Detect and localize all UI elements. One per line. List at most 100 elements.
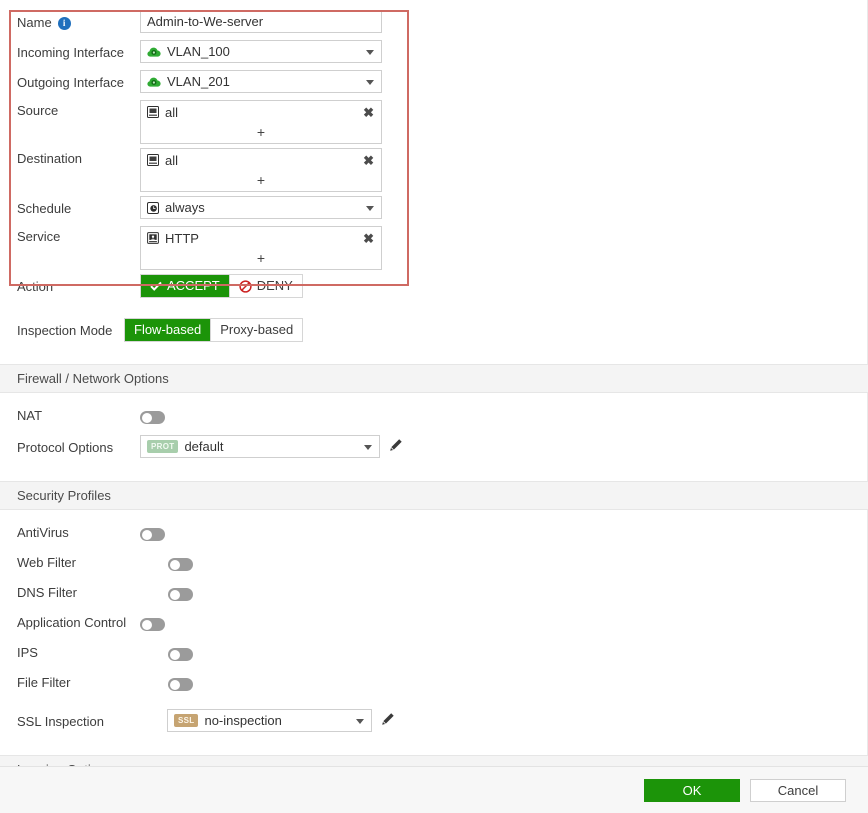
- web-filter-toggle[interactable]: [168, 558, 193, 572]
- list-item[interactable]: all ✖: [141, 149, 381, 171]
- deny-circle-slash-icon: [239, 279, 252, 293]
- pencil-edit-icon[interactable]: [389, 438, 403, 455]
- ssl-inspection-select[interactable]: SSL no-inspection: [167, 709, 372, 732]
- inspection-mode-control: Flow-based Proxy-based: [124, 318, 868, 342]
- row-name: Name i: [0, 10, 868, 36]
- outgoing-interface-value: VLAN_201: [167, 74, 230, 89]
- action-deny-button[interactable]: DENY: [228, 275, 302, 297]
- source-value-box[interactable]: all ✖ +: [140, 100, 382, 144]
- info-icon[interactable]: i: [57, 16, 71, 30]
- add-service-button[interactable]: +: [141, 249, 381, 269]
- incoming-interface-label-text: Incoming Interface: [17, 45, 124, 60]
- chevron-down-icon[interactable]: [366, 205, 374, 211]
- row-dns-filter: DNS Filter: [0, 580, 868, 606]
- protocol-options-select[interactable]: PROT default: [140, 435, 380, 458]
- check-icon: [150, 281, 162, 291]
- application-control-toggle[interactable]: [140, 618, 165, 632]
- incoming-interface-label: Incoming Interface: [17, 40, 140, 66]
- application-control-label: Application Control: [17, 610, 140, 636]
- dialog-footer: OK Cancel: [0, 766, 868, 813]
- file-filter-toggle[interactable]: [168, 678, 193, 692]
- name-label: Name i: [17, 10, 140, 36]
- action-accept-button[interactable]: ACCEPT: [141, 275, 229, 297]
- close-x-icon[interactable]: ✖: [362, 154, 375, 167]
- antivirus-label-text: AntiVirus: [17, 525, 69, 540]
- antivirus-control: [140, 520, 868, 542]
- ips-toggle[interactable]: [168, 648, 193, 662]
- incoming-interface-value: VLAN_100: [167, 44, 230, 59]
- cancel-button[interactable]: Cancel: [750, 778, 846, 802]
- schedule-select[interactable]: always: [140, 196, 382, 219]
- nat-toggle[interactable]: [140, 411, 165, 425]
- section-header-security-profiles: Security Profiles: [0, 481, 868, 510]
- source-label: Source: [17, 100, 140, 122]
- inspection-mode-label-text: Inspection Mode: [17, 323, 113, 338]
- close-x-icon[interactable]: ✖: [362, 106, 375, 119]
- firewall-policy-edit-panel: Name i Incoming Interface: [0, 0, 868, 813]
- row-incoming-interface: Incoming Interface VLAN_100: [0, 40, 868, 66]
- destination-item-label: all: [165, 152, 179, 168]
- tab-flow-based[interactable]: Flow-based: [125, 319, 211, 341]
- dns-filter-toggle[interactable]: [168, 588, 193, 602]
- list-item[interactable]: HTTP ✖: [141, 227, 381, 249]
- row-web-filter: Web Filter: [0, 550, 868, 576]
- source-control: all ✖ +: [140, 100, 868, 144]
- nat-label-text: NAT: [17, 408, 43, 423]
- outgoing-interface-label-text: Outgoing Interface: [17, 75, 124, 90]
- chevron-down-icon[interactable]: [366, 49, 374, 55]
- ips-label: IPS: [17, 640, 140, 666]
- pencil-edit-icon[interactable]: [381, 712, 395, 729]
- ips-control: [140, 640, 868, 662]
- action-accept-label: ACCEPT: [167, 278, 220, 293]
- interface-cloud-icon: [147, 46, 161, 58]
- protocol-options-value: default: [184, 439, 224, 454]
- add-source-button[interactable]: +: [141, 123, 381, 143]
- name-input[interactable]: [140, 10, 382, 33]
- destination-label-text: Destination: [17, 151, 83, 166]
- web-filter-control: [140, 550, 868, 572]
- inspection-mode-label: Inspection Mode: [17, 318, 124, 344]
- address-object-icon: [147, 154, 159, 166]
- service-control: HTTP ✖ +: [140, 226, 868, 270]
- destination-value-box[interactable]: all ✖ +: [140, 148, 382, 192]
- ssl-inspection-control: SSL no-inspection: [167, 709, 868, 732]
- outgoing-interface-select[interactable]: VLAN_201: [140, 70, 382, 93]
- ssl-inspection-label: SSL Inspection: [17, 709, 167, 735]
- list-item[interactable]: all ✖: [141, 101, 381, 123]
- row-outgoing-interface: Outgoing Interface VLAN_201: [0, 70, 868, 96]
- row-antivirus: AntiVirus: [0, 520, 868, 546]
- antivirus-label: AntiVirus: [17, 520, 140, 546]
- address-object-icon: [147, 106, 159, 118]
- row-source: Source all ✖ +: [0, 100, 868, 144]
- outgoing-interface-label: Outgoing Interface: [17, 70, 140, 96]
- schedule-clock-icon: [147, 201, 159, 214]
- ssl-badge: SSL: [174, 714, 199, 727]
- action-label-text: Action: [17, 279, 54, 294]
- dns-filter-label-text: DNS Filter: [17, 585, 77, 600]
- tab-proxy-based[interactable]: Proxy-based: [210, 319, 303, 341]
- source-label-text: Source: [17, 103, 59, 118]
- section-header-firewall-network-options: Firewall / Network Options: [0, 364, 868, 393]
- row-action: Action ACCEPT DENY: [0, 274, 868, 300]
- antivirus-toggle[interactable]: [140, 528, 165, 542]
- row-ips: IPS: [0, 640, 868, 666]
- nat-control: [140, 403, 868, 425]
- name-control: [140, 10, 868, 33]
- action-deny-label: DENY: [256, 278, 293, 293]
- ok-button[interactable]: OK: [644, 778, 740, 802]
- service-value-box[interactable]: HTTP ✖ +: [140, 226, 382, 270]
- protocol-options-label: Protocol Options: [17, 435, 140, 461]
- close-x-icon[interactable]: ✖: [362, 232, 375, 245]
- chevron-down-icon[interactable]: [356, 718, 364, 724]
- incoming-interface-select[interactable]: VLAN_100: [140, 40, 382, 63]
- chevron-down-icon[interactable]: [366, 79, 374, 85]
- schedule-label: Schedule: [17, 196, 140, 222]
- service-item-label: HTTP: [165, 230, 199, 246]
- policy-form: Name i Incoming Interface: [0, 0, 868, 813]
- chevron-down-icon[interactable]: [364, 444, 372, 450]
- ssl-inspection-value: no-inspection: [204, 713, 282, 728]
- add-destination-button[interactable]: +: [141, 171, 381, 191]
- application-control-label-text: Application Control: [17, 615, 127, 630]
- destination-control: all ✖ +: [140, 148, 868, 192]
- web-filter-label-text: Web Filter: [17, 555, 76, 570]
